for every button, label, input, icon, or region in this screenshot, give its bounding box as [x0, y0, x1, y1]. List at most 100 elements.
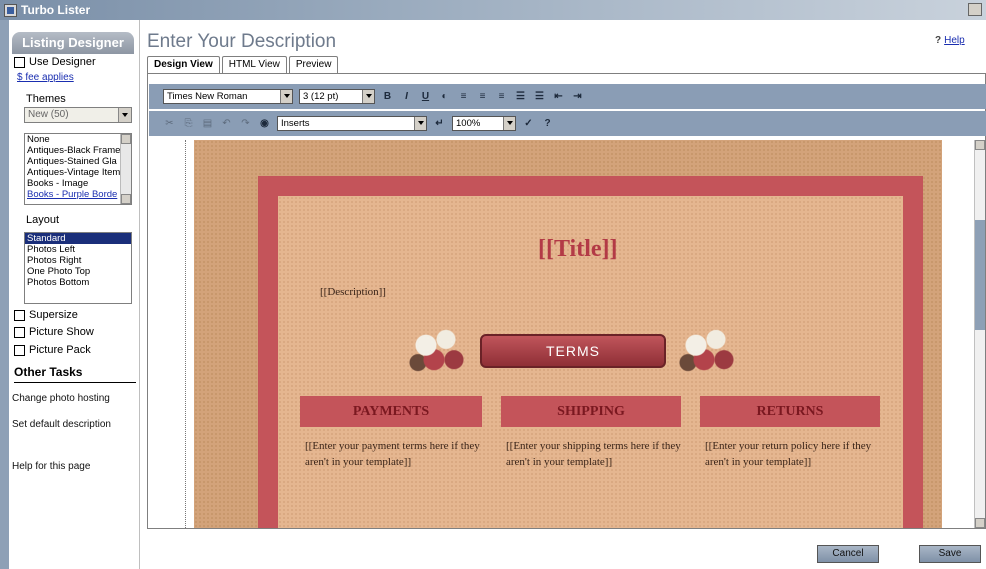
picture-pack-checkbox[interactable] [14, 344, 25, 356]
help-icon: ? [935, 35, 942, 46]
scroll-down-icon[interactable] [975, 518, 985, 528]
picture-pack-row[interactable]: Picture Pack [14, 344, 91, 356]
template-content[interactable]: [[Title]] [[Description]] TERMS PAYMENTS… [278, 196, 903, 528]
edit-toolbar: ✂ ⎘ ▤ ↶ ↷ ◉ Inserts ↵ 100% ✓ ? [149, 111, 986, 136]
list-item[interactable]: Antiques-Vintage Item [25, 167, 131, 178]
text-color-icon[interactable]: ◐ [438, 91, 451, 102]
themes-select[interactable]: New (50) [24, 107, 132, 123]
themes-list[interactable]: None Antiques-Black Frame Antiques-Stain… [24, 133, 132, 205]
scroll-up-icon[interactable] [121, 134, 131, 144]
italic-button[interactable]: I [400, 91, 413, 102]
size-select-value: 3 (12 pt) [303, 91, 339, 102]
page-title: Enter Your Description [147, 31, 337, 52]
format-toolbar: Times New Roman 3 (12 pt) B I U ◐ ≡ ≡ ≡ … [149, 84, 986, 109]
scrollbar-thumb[interactable] [975, 220, 985, 330]
shipping-heading: SHIPPING [501, 396, 681, 427]
sidebar: Listing Designer Use Designer $ fee appl… [0, 20, 140, 569]
tab-preview[interactable]: Preview [288, 56, 339, 73]
help-link[interactable]: ? Help [935, 35, 965, 46]
cut-icon[interactable]: ✂ [163, 118, 176, 129]
fee-applies-link[interactable]: $ fee applies [17, 72, 74, 83]
list-item[interactable]: Books - Purple Borde [25, 189, 131, 200]
copy-icon[interactable]: ⎘ [182, 118, 195, 129]
task-help-for-this-page[interactable]: Help for this page [12, 461, 90, 472]
app-icon [4, 3, 17, 17]
template-description[interactable]: [[Description]] [320, 286, 386, 298]
minimize-icon[interactable] [968, 3, 982, 16]
picture-show-checkbox[interactable] [14, 326, 25, 338]
themes-label: Themes [26, 93, 66, 105]
scroll-up-icon[interactable] [975, 140, 985, 150]
align-right-icon[interactable]: ≡ [495, 91, 508, 102]
scroll-down-icon[interactable] [121, 194, 131, 204]
shipping-text[interactable]: [[Enter your shipping terms here if they… [506, 438, 681, 470]
margin-guide [185, 140, 186, 528]
template-title[interactable]: [[Title]] [538, 236, 618, 263]
list-item[interactable]: Antiques-Stained Gla [25, 156, 131, 167]
bullet-list-icon[interactable]: ☰ [533, 91, 546, 102]
tab-html-view[interactable]: HTML View [221, 56, 287, 73]
chevron-down-icon[interactable] [362, 90, 374, 103]
tab-design-view[interactable]: Design View [147, 56, 220, 74]
chevron-down-icon[interactable] [118, 108, 131, 122]
listing-designer-header: Listing Designer [12, 32, 134, 54]
underline-button[interactable]: U [419, 91, 432, 102]
layout-list[interactable]: Standard Photos Left Photos Right One Ph… [24, 232, 132, 304]
list-item[interactable]: None [25, 134, 131, 145]
save-button[interactable]: Save [919, 545, 981, 563]
list-item-selected[interactable]: Standard [25, 233, 131, 244]
help-label[interactable]: Help [944, 35, 965, 46]
indent-icon[interactable]: ⇥ [571, 91, 584, 102]
flower-image [668, 322, 748, 380]
other-tasks-heading: Other Tasks [14, 365, 136, 383]
chevron-down-icon[interactable] [414, 117, 426, 130]
design-canvas[interactable]: [[Title]] [[Description]] TERMS PAYMENTS… [149, 140, 973, 528]
spellcheck-icon[interactable]: ✓ [522, 118, 535, 129]
bold-button[interactable]: B [381, 91, 394, 102]
use-designer-row[interactable]: Use Designer [14, 56, 96, 68]
redo-icon[interactable]: ↷ [239, 118, 252, 129]
editor-scrollbar[interactable] [974, 140, 985, 528]
numbered-list-icon[interactable]: ☰ [514, 91, 527, 102]
task-set-default-description[interactable]: Set default description [12, 419, 111, 430]
toolbar-help-button[interactable]: ? [541, 118, 554, 129]
sidebar-strip [0, 20, 9, 569]
outdent-icon[interactable]: ⇤ [552, 91, 565, 102]
inserts-select[interactable]: Inserts [277, 116, 427, 131]
zoom-select-value: 100% [456, 118, 481, 129]
list-item[interactable]: Photos Right [25, 255, 131, 266]
list-item[interactable]: One Photo Top [25, 266, 131, 277]
supersize-checkbox[interactable] [14, 309, 25, 321]
cancel-button[interactable]: Cancel [817, 545, 879, 563]
task-change-photo-hosting[interactable]: Change photo hosting [12, 393, 110, 404]
window-title: Turbo Lister [21, 3, 91, 17]
font-select-value: Times New Roman [167, 91, 248, 102]
undo-icon[interactable]: ↶ [220, 118, 233, 129]
themes-list-scrollbar[interactable] [120, 134, 131, 204]
picture-show-row[interactable]: Picture Show [14, 326, 94, 338]
paste-icon[interactable]: ▤ [201, 118, 214, 129]
list-item[interactable]: Antiques-Black Frame [25, 145, 131, 156]
window-titlebar: Turbo Lister [0, 0, 986, 20]
align-left-icon[interactable]: ≡ [457, 91, 470, 102]
list-item[interactable]: Photos Bottom [25, 277, 131, 288]
enter-icon[interactable]: ↵ [433, 118, 446, 129]
payments-heading: PAYMENTS [300, 396, 482, 427]
list-item[interactable]: Photos Left [25, 244, 131, 255]
zoom-select[interactable]: 100% [452, 116, 516, 131]
payments-text[interactable]: [[Enter your payment terms here if they … [305, 438, 480, 470]
editor: Times New Roman 3 (12 pt) B I U ◐ ≡ ≡ ≡ … [147, 73, 986, 529]
layout-label: Layout [26, 214, 60, 226]
use-designer-checkbox[interactable] [14, 56, 25, 68]
inserts-select-value: Inserts [281, 118, 310, 129]
list-item[interactable]: Books - Image [25, 178, 131, 189]
returns-heading: RETURNS [700, 396, 880, 427]
supersize-row[interactable]: Supersize [14, 309, 78, 321]
font-select[interactable]: Times New Roman [163, 89, 293, 104]
insert-picture-icon[interactable]: ◉ [258, 118, 271, 129]
returns-text[interactable]: [[Enter your return policy here if they … [705, 438, 885, 470]
chevron-down-icon[interactable] [280, 90, 292, 103]
chevron-down-icon[interactable] [503, 117, 515, 130]
align-center-icon[interactable]: ≡ [476, 91, 489, 102]
size-select[interactable]: 3 (12 pt) [299, 89, 375, 104]
